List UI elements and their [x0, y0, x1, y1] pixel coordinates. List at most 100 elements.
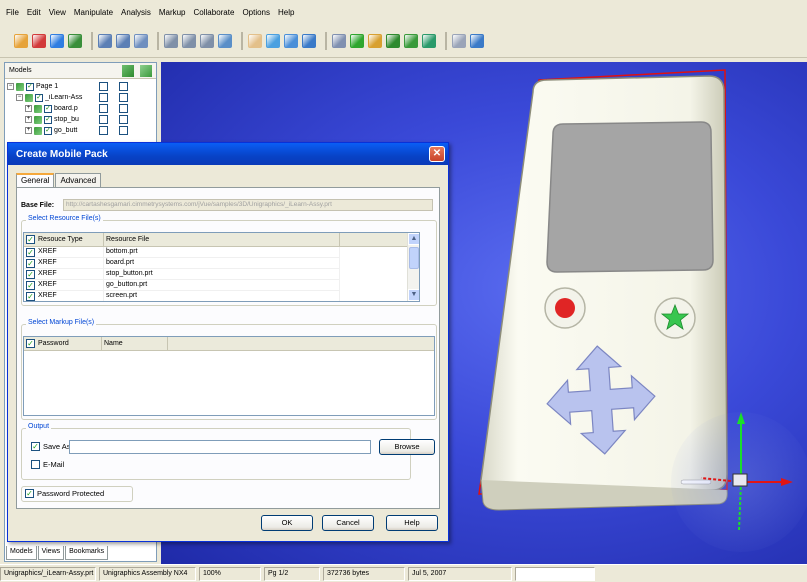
panel-tab-views[interactable]: Views: [37, 546, 65, 560]
expand-toggle-icon[interactable]: −: [7, 83, 14, 90]
layout-3-icon[interactable]: [200, 33, 214, 48]
resource-row[interactable]: ✓ XREF screen.prt: [24, 291, 419, 301]
layer-checkbox[interactable]: [99, 93, 108, 102]
filter-icon[interactable]: [140, 64, 152, 77]
measure-icon[interactable]: [470, 33, 484, 48]
layer-checkbox[interactable]: [99, 126, 108, 135]
save-as-input[interactable]: [69, 440, 371, 454]
expand-toggle-icon[interactable]: +: [25, 116, 32, 123]
layer-checkbox[interactable]: [99, 104, 108, 113]
resource-file-column[interactable]: Resource File: [104, 233, 340, 246]
save-as-checkbox[interactable]: ✓: [31, 442, 40, 451]
menu-item-help[interactable]: Help: [278, 8, 294, 17]
cancel-button[interactable]: Cancel: [322, 515, 374, 531]
brush-icon[interactable]: [368, 33, 382, 48]
resource-row[interactable]: ✓ XREF board.prt: [24, 258, 419, 269]
tree-node[interactable]: + ✓ stop_bu: [7, 114, 154, 125]
browse-button[interactable]: Browse: [379, 439, 435, 455]
pan-hand-icon[interactable]: [248, 33, 262, 48]
filter-checkbox[interactable]: [119, 126, 128, 135]
filter-checkbox[interactable]: [119, 82, 128, 91]
close-icon[interactable]: ✕: [429, 146, 445, 162]
password-protected-checkbox[interactable]: ✓: [25, 489, 34, 498]
base-file-field: http://cartashesgamari.cimmetrysystems.c…: [63, 199, 433, 211]
visibility-checkbox[interactable]: ✓: [44, 126, 52, 135]
zoom-icon[interactable]: [284, 33, 298, 48]
help-button[interactable]: Help: [386, 515, 438, 531]
print-preview-icon[interactable]: [116, 33, 130, 48]
visibility-checkbox[interactable]: ✓: [35, 93, 43, 102]
resource-type-column[interactable]: ✓ Resouce Type: [24, 233, 104, 246]
visibility-checkbox[interactable]: ✓: [26, 82, 34, 91]
resource-checkbox[interactable]: ✓: [26, 291, 35, 301]
layout-2-icon[interactable]: [182, 33, 196, 48]
visibility-checkbox[interactable]: ✓: [44, 115, 52, 124]
pen-icon[interactable]: [32, 33, 46, 48]
open-icon[interactable]: [14, 33, 28, 48]
pen-alt-icon[interactable]: [50, 33, 64, 48]
layout-1-icon[interactable]: [164, 33, 178, 48]
resource-row[interactable]: ✓ XREF bottom.prt: [24, 247, 419, 258]
tree-node[interactable]: + ✓ board.p: [7, 103, 154, 114]
explode-icon[interactable]: [404, 33, 418, 48]
scroll-down-icon[interactable]: ▼: [408, 289, 419, 301]
fit-icon[interactable]: [302, 33, 316, 48]
filter-checkbox[interactable]: [119, 115, 128, 124]
rotate-icon[interactable]: [266, 33, 280, 48]
select-all-markups-checkbox[interactable]: ✓: [26, 339, 35, 348]
menu-item-options[interactable]: Options: [242, 8, 270, 17]
resource-checkbox[interactable]: ✓: [26, 269, 35, 279]
filter-checkbox[interactable]: [119, 93, 128, 102]
cube-icon[interactable]: [386, 33, 400, 48]
menu-item-manipulate[interactable]: Manipulate: [74, 8, 113, 17]
copy-icon[interactable]: [134, 33, 148, 48]
menu-item-markup[interactable]: Markup: [159, 8, 186, 17]
menu-item-edit[interactable]: Edit: [27, 8, 41, 17]
monitor-icon[interactable]: [332, 33, 346, 48]
tree-node[interactable]: − ✓ Page 1: [7, 81, 154, 92]
scroll-up-icon[interactable]: ▲: [408, 233, 419, 245]
expand-toggle-icon[interactable]: +: [25, 105, 32, 112]
filter-checkbox[interactable]: [119, 104, 128, 113]
resource-row[interactable]: ✓ XREF go_button.prt: [24, 280, 419, 291]
select-all-resources-checkbox[interactable]: ✓: [26, 235, 35, 244]
print-icon[interactable]: [98, 33, 112, 48]
menu-item-view[interactable]: View: [49, 8, 66, 17]
scroll-thumb[interactable]: [409, 247, 419, 269]
menu-item-analysis[interactable]: Analysis: [121, 8, 151, 17]
tab-general[interactable]: General: [16, 173, 55, 187]
panel-tab-models[interactable]: Models: [6, 546, 37, 560]
visibility-checkbox[interactable]: ✓: [44, 104, 52, 113]
tree-node[interactable]: − ✓ _iLearn-Ass: [7, 92, 154, 103]
name-column[interactable]: Name: [102, 337, 168, 350]
resource-checkbox[interactable]: ✓: [26, 280, 35, 290]
axes-icon[interactable]: [422, 33, 436, 48]
cube-green-icon[interactable]: [350, 33, 364, 48]
expand-toggle-icon[interactable]: +: [25, 127, 32, 134]
panel-tab-bookmarks[interactable]: Bookmarks: [65, 546, 109, 560]
email-checkbox[interactable]: [31, 460, 40, 469]
tab-advanced[interactable]: Advanced: [55, 173, 102, 187]
layer-checkbox[interactable]: [99, 115, 108, 124]
layer-checkbox[interactable]: [99, 82, 108, 91]
layer-icon[interactable]: [122, 64, 134, 77]
tree-icon[interactable]: [68, 33, 82, 48]
resource-checkbox[interactable]: ✓: [26, 258, 35, 268]
ok-button[interactable]: OK: [261, 515, 313, 531]
expand-toggle-icon[interactable]: −: [16, 94, 23, 101]
password-column[interactable]: ✓ Password: [24, 337, 102, 350]
resource-files-list[interactable]: ✓ Resouce Type Resource File ✓ XREF bottom.…: [23, 232, 420, 302]
resource-checkbox[interactable]: ✓: [26, 247, 35, 257]
tree-node-label: board.p: [54, 105, 78, 112]
tree-node[interactable]: + ✓ go_butt: [7, 125, 154, 136]
section-icon[interactable]: [452, 33, 466, 48]
resource-list-scrollbar[interactable]: ▲ ▼: [407, 233, 419, 301]
find-icon[interactable]: [218, 33, 232, 48]
resource-row[interactable]: ✓ XREF stop_button.prt: [24, 269, 419, 280]
dialog-title: Create Mobile Pack: [16, 148, 108, 160]
menu-item-collaborate[interactable]: Collaborate: [194, 8, 235, 17]
general-tab-panel: Base File: http://cartashesgamari.cimmet…: [16, 187, 440, 509]
menu-item-file[interactable]: File: [6, 8, 19, 17]
markup-files-list[interactable]: ✓ Password Name: [23, 336, 435, 416]
dialog-title-bar[interactable]: Create Mobile Pack ✕: [8, 143, 448, 165]
